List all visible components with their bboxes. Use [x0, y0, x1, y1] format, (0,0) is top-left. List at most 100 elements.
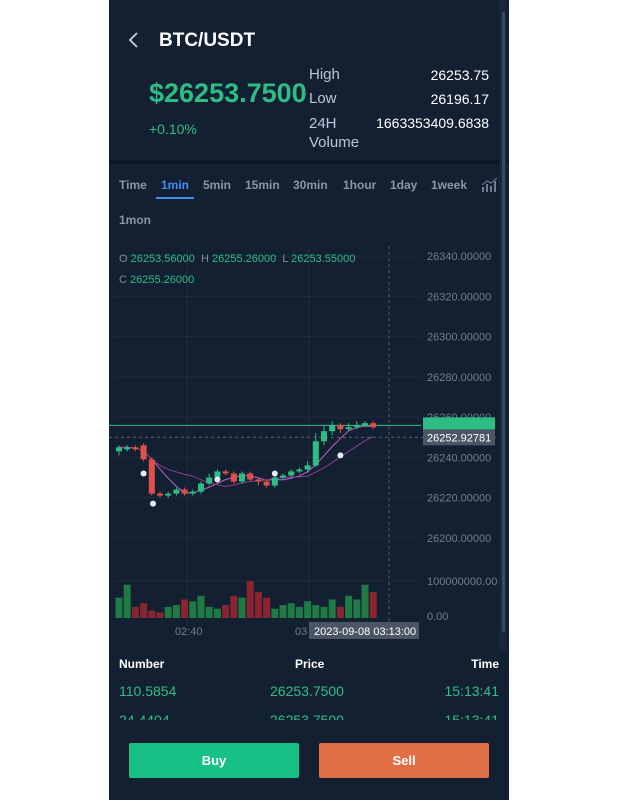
volume-bar: [295, 606, 303, 618]
volume-bar: [189, 601, 197, 618]
ohlc-readout-bottom: C 26255.26000: [119, 274, 194, 286]
ohlc-high: 26255.26000: [212, 253, 277, 265]
volume-bar: [156, 612, 164, 618]
back-icon[interactable]: [127, 31, 143, 51]
y-tick-label: 26240.00000: [427, 452, 491, 464]
candle-body: [230, 473, 237, 482]
chart-settings-icon[interactable]: [481, 177, 500, 197]
tab-1day[interactable]: 1day: [390, 178, 417, 192]
volume-bar: [115, 597, 123, 618]
market-header: BTC/USDT $26253.7500 +0.10% High 26253.7…: [109, 0, 509, 160]
volume-bar: [336, 606, 344, 618]
volume-bar: [238, 597, 246, 618]
candle-body: [157, 493, 163, 496]
y-tick-label: 26200.00000: [427, 533, 491, 545]
candle-body: [255, 479, 262, 482]
ohlc-close: 26255.26000: [130, 274, 195, 286]
trade-marker: [140, 470, 147, 477]
crosshair-price-label: 26252.92781: [427, 432, 491, 444]
tab-1min[interactable]: 1min: [161, 178, 189, 192]
tab-1week[interactable]: 1week: [431, 178, 467, 192]
candle-body: [148, 459, 155, 494]
candlestick-chart[interactable]: 26340.00000 26320.00000 26300.00000 26280.0…: [109, 236, 499, 646]
volume-bar: [304, 601, 312, 618]
candle-body: [288, 471, 295, 476]
y-tick-label: 26320.00000: [427, 291, 491, 303]
orderbook-price: 26253.7500: [270, 683, 344, 699]
trade-marker: [214, 476, 221, 483]
y-tick-label: 26300.00000: [427, 332, 491, 344]
candle-body: [370, 423, 377, 428]
scrollbar[interactable]: [499, 0, 507, 650]
candle-body: [362, 423, 368, 426]
candle-body: [116, 447, 122, 452]
ohlc-readout-top: O 26253.56000 H 26255.26000 L 26253.5500…: [119, 253, 355, 265]
tab-time[interactable]: Time: [119, 178, 147, 192]
volume-tick-label: 0.00: [427, 611, 448, 623]
volume-bar: [328, 599, 336, 618]
candle-body: [353, 425, 360, 428]
sell-button[interactable]: Sell: [319, 743, 489, 778]
candle-body: [181, 489, 188, 494]
stat-volume-label: 24H Volume: [309, 115, 360, 151]
candle-body: [189, 491, 196, 494]
volume-bar: [369, 592, 377, 618]
trade-marker: [337, 452, 344, 459]
candle-body: [132, 447, 139, 450]
price-change: +0.10%: [149, 121, 197, 137]
orderbook-list: 110.5854 26253.7500 15:13:41 24.4404 262…: [109, 650, 509, 720]
candle-body: [345, 427, 352, 430]
x-tick-label: 03: [295, 626, 307, 638]
candle-body: [271, 477, 278, 486]
orderbook-number: 24.4404: [119, 712, 170, 720]
last-price: $26253.7500: [149, 78, 307, 108]
tab-1mon[interactable]: 1mon: [119, 213, 151, 227]
stat-high-label: High: [309, 66, 340, 83]
volume-bar: [230, 595, 238, 618]
active-tab-indicator: [156, 197, 194, 199]
volume-bar: [164, 606, 172, 618]
volume-bar: [320, 606, 328, 618]
interval-tabs: Time 1min 5min 15min 30min 1hour 1day 1w…: [109, 164, 499, 236]
orderbook-time: 15:13:41: [444, 712, 500, 720]
ohlc-close-label: C: [119, 274, 127, 286]
scrollbar-thumb[interactable]: [502, 12, 505, 632]
tab-5min[interactable]: 5min: [203, 178, 231, 192]
tab-30min[interactable]: 30min: [293, 178, 328, 192]
volume-bar: [271, 608, 279, 618]
tab-1hour[interactable]: 1hour: [343, 178, 376, 192]
candle-body: [337, 425, 344, 430]
chart-canvas: 26340.00000 26320.00000 26300.00000 26280.0…: [109, 246, 499, 639]
candle-body: [247, 473, 254, 480]
candle-body: [173, 489, 180, 494]
volume-bar: [353, 599, 361, 618]
candle-body: [329, 425, 336, 432]
candle-body: [222, 471, 229, 474]
candle-body: [312, 441, 319, 466]
tab-15min[interactable]: 15min: [245, 178, 280, 192]
volume-bar: [181, 599, 189, 618]
volume-tick-label: 100000000.00: [427, 576, 497, 588]
y-tick-label: 26280.00000: [427, 372, 491, 384]
volume-bar: [148, 610, 156, 618]
y-tick-label: 26220.00000: [427, 493, 491, 505]
candle-body: [321, 431, 327, 442]
volume-bar: [254, 592, 262, 618]
candle-body: [206, 477, 213, 484]
ohlc-low: 26253.55000: [291, 253, 356, 265]
volume-bar: [246, 581, 254, 618]
ohlc-open: 26253.56000: [130, 253, 195, 265]
candle-body: [198, 483, 204, 492]
volume-bar: [361, 584, 369, 618]
stat-low-value: 26196.17: [430, 91, 489, 107]
volume-bar: [213, 608, 221, 618]
volume-bar: [345, 595, 353, 618]
buy-button[interactable]: Buy: [129, 743, 299, 778]
candle-body: [239, 473, 245, 482]
volume-bar: [131, 606, 139, 618]
ohlc-open-label: O: [119, 253, 128, 265]
orderbook-time: 15:13:41: [444, 683, 500, 699]
y-tick-label: 26340.00000: [427, 251, 491, 263]
volume-bar: [123, 584, 131, 618]
ma-line: [119, 425, 374, 494]
